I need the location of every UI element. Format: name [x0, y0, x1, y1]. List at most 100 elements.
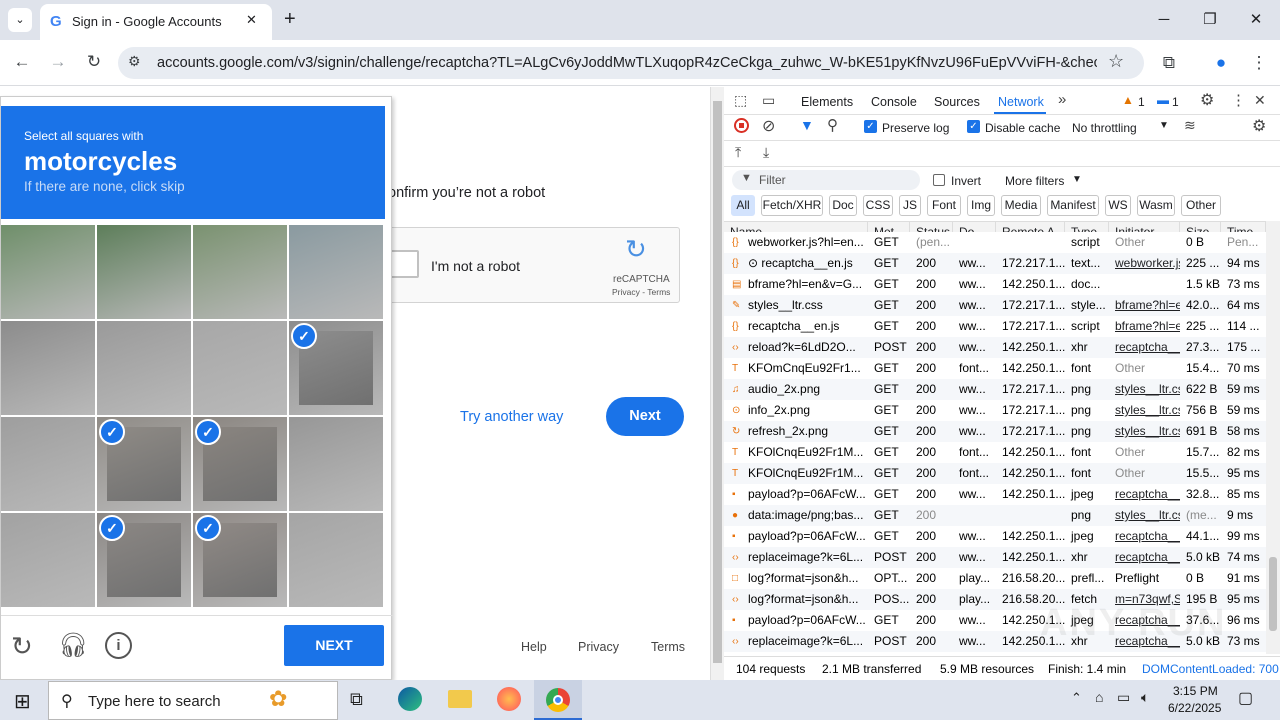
- captcha-tile[interactable]: [289, 225, 383, 319]
- tab-elements[interactable]: Elements: [801, 95, 853, 109]
- filter-funnel-icon[interactable]: ▼: [800, 117, 814, 133]
- type-filter-wasm[interactable]: Wasm: [1137, 195, 1175, 216]
- filter-input[interactable]: ▼ Filter: [732, 170, 920, 190]
- more-tabs-icon[interactable]: »: [1058, 91, 1066, 108]
- type-filter-manifest[interactable]: Manifest: [1047, 195, 1099, 216]
- tab-search-button[interactable]: ⌄: [8, 8, 32, 32]
- type-filter-js[interactable]: JS: [899, 195, 921, 216]
- menu-kebab-icon[interactable]: ⋮: [1245, 49, 1273, 77]
- captcha-tile[interactable]: [289, 513, 383, 607]
- table-row[interactable]: ▤ bframe?hl=en&v=G... GET 200 ww... 142.250.1…: [724, 274, 1266, 295]
- address-bar[interactable]: ⚙ accounts.google.com/v3/signin/challeng…: [118, 47, 1144, 79]
- new-tab-button[interactable]: +: [284, 8, 296, 31]
- minimize-button[interactable]: ─: [1152, 8, 1176, 32]
- type-filter-other[interactable]: Other: [1181, 195, 1221, 216]
- taskbar-search[interactable]: ⚲ Type here to search ✿: [48, 681, 338, 720]
- table-scrollbar-thumb[interactable]: [1269, 557, 1277, 631]
- captcha-tile[interactable]: [97, 321, 191, 415]
- warning-icon[interactable]: ▲: [1122, 93, 1134, 107]
- table-row[interactable]: ● data:image/png;bas... GET 200 png styles__l…: [724, 505, 1266, 526]
- table-row[interactable]: ▪ payload?p=06AFcW... GET 200 ww... 142.250.1…: [724, 526, 1266, 547]
- reload-icon[interactable]: ↻: [80, 48, 108, 76]
- type-filter-doc[interactable]: Doc: [829, 195, 857, 216]
- table-row[interactable]: ♫ audio_2x.png GET 200 ww... 172.217.1... png s…: [724, 379, 1266, 400]
- try-another-way-link[interactable]: Try another way: [460, 409, 563, 425]
- tab-close-icon[interactable]: ✕: [246, 12, 257, 28]
- next-button[interactable]: Next: [606, 397, 684, 436]
- page-scrollbar[interactable]: [710, 87, 724, 680]
- captcha-tile[interactable]: ✓: [193, 513, 287, 607]
- captcha-tile[interactable]: [289, 417, 383, 511]
- inspect-element-icon[interactable]: ⬚: [734, 92, 747, 109]
- tab-network[interactable]: Network: [998, 95, 1044, 109]
- scrollbar-thumb[interactable]: [713, 101, 722, 663]
- type-filter-css[interactable]: CSS: [863, 195, 893, 216]
- forward-arrow-icon[interactable]: →: [44, 48, 72, 76]
- captcha-tile[interactable]: [193, 225, 287, 319]
- maximize-button[interactable]: ❐: [1198, 8, 1222, 32]
- settings-gear-icon[interactable]: ⚙: [1200, 90, 1214, 110]
- import-har-icon[interactable]: ⤒: [735, 144, 741, 161]
- tray-chevron-icon[interactable]: ⌃: [1071, 690, 1082, 706]
- back-arrow-icon[interactable]: ←: [8, 48, 36, 76]
- table-row[interactable]: ‹› reload?k=6LdD2O... POST 200 ww... 142.250.…: [724, 337, 1266, 358]
- tab-console[interactable]: Console: [871, 95, 917, 109]
- task-view-icon[interactable]: ⧉: [350, 689, 363, 710]
- more-filters-dropdown[interactable]: More filters: [1005, 174, 1064, 188]
- devtools-close-icon[interactable]: ✕: [1254, 92, 1266, 109]
- profile-avatar-icon[interactable]: ●: [1207, 49, 1235, 77]
- captcha-reload-icon[interactable]: ↻: [11, 631, 33, 662]
- table-row[interactable]: {} ⊙ recaptcha__en.js GET 200 ww... 172.217.1…: [724, 253, 1266, 274]
- file-explorer-icon[interactable]: [448, 690, 472, 708]
- clear-icon[interactable]: ⊘: [762, 116, 775, 136]
- disable-cache-checkbox[interactable]: ✓: [967, 120, 980, 133]
- captcha-tile[interactable]: ✓: [97, 417, 191, 511]
- table-scrollbar[interactable]: [1266, 221, 1280, 654]
- captcha-tile[interactable]: [1, 513, 95, 607]
- captcha-tile[interactable]: ✓: [289, 321, 383, 415]
- type-filter-img[interactable]: Img: [967, 195, 995, 216]
- invert-checkbox[interactable]: [933, 174, 945, 186]
- captcha-tile[interactable]: [193, 321, 287, 415]
- network-conditions-icon[interactable]: ≋: [1184, 117, 1196, 134]
- network-settings-icon[interactable]: ⚙: [1252, 116, 1266, 136]
- footer-privacy-link[interactable]: Privacy: [578, 640, 619, 654]
- throttling-select[interactable]: No throttling: [1072, 121, 1137, 135]
- tray-network-icon[interactable]: ⌂: [1095, 689, 1103, 705]
- type-filter-media[interactable]: Media: [1001, 195, 1041, 216]
- throttling-chevron-icon[interactable]: ▼: [1159, 120, 1169, 131]
- type-filter-ws[interactable]: WS: [1105, 195, 1131, 216]
- url-text[interactable]: accounts.google.com/v3/signin/challenge/…: [157, 55, 1097, 71]
- notifications-icon[interactable]: ▢: [1238, 688, 1253, 708]
- table-row[interactable]: T KFOlCnqEu92Fr1M... GET 200 font... 142.250.…: [724, 442, 1266, 463]
- export-har-icon[interactable]: ⤓: [763, 144, 769, 161]
- table-row[interactable]: □ log?format=json&h... OPT... 200 play... 216…: [724, 568, 1266, 589]
- search-icon[interactable]: ⚲: [827, 116, 838, 134]
- clock-date[interactable]: 6/22/2025: [1168, 701, 1221, 715]
- captcha-audio-icon[interactable]: 🎧︎: [58, 631, 88, 660]
- table-row[interactable]: ✎ styles__ltr.css GET 200 ww... 172.217.1... s…: [724, 295, 1266, 316]
- captcha-tile[interactable]: [1, 417, 95, 511]
- firefox-icon[interactable]: [497, 687, 521, 711]
- captcha-tile[interactable]: ✓: [97, 513, 191, 607]
- table-row[interactable]: ↻ refresh_2x.png GET 200 ww... 172.217.1... pn…: [724, 421, 1266, 442]
- table-row[interactable]: ⊙ info_2x.png GET 200 ww... 172.217.1... png st…: [724, 400, 1266, 421]
- captcha-tile[interactable]: ✓: [193, 417, 287, 511]
- footer-terms-link[interactable]: Terms: [651, 640, 685, 654]
- captcha-tile[interactable]: [1, 321, 95, 415]
- extensions-icon[interactable]: ⧉: [1155, 49, 1183, 77]
- tray-volume-icon[interactable]: 🔈︎: [1141, 689, 1149, 706]
- tray-wifi-icon[interactable]: ▭: [1117, 689, 1130, 706]
- captcha-tile[interactable]: [97, 225, 191, 319]
- edge-icon[interactable]: [398, 687, 422, 711]
- table-row[interactable]: ‹› replaceimage?k=6L... POST 200 ww... 142.25…: [724, 547, 1266, 568]
- active-tab[interactable]: G Sign in - Google Accounts ✕: [40, 4, 272, 40]
- footer-help-link[interactable]: Help: [521, 640, 547, 654]
- captcha-info-icon[interactable]: i: [105, 632, 132, 659]
- device-toolbar-icon[interactable]: ▭: [762, 92, 775, 109]
- tab-sources[interactable]: Sources: [934, 95, 980, 109]
- captcha-next-button[interactable]: NEXT: [284, 625, 384, 666]
- type-filter-all[interactable]: All: [731, 195, 755, 216]
- recaptcha-privacy-terms[interactable]: Privacy - Terms: [612, 287, 670, 297]
- message-icon[interactable]: ▬: [1157, 93, 1169, 107]
